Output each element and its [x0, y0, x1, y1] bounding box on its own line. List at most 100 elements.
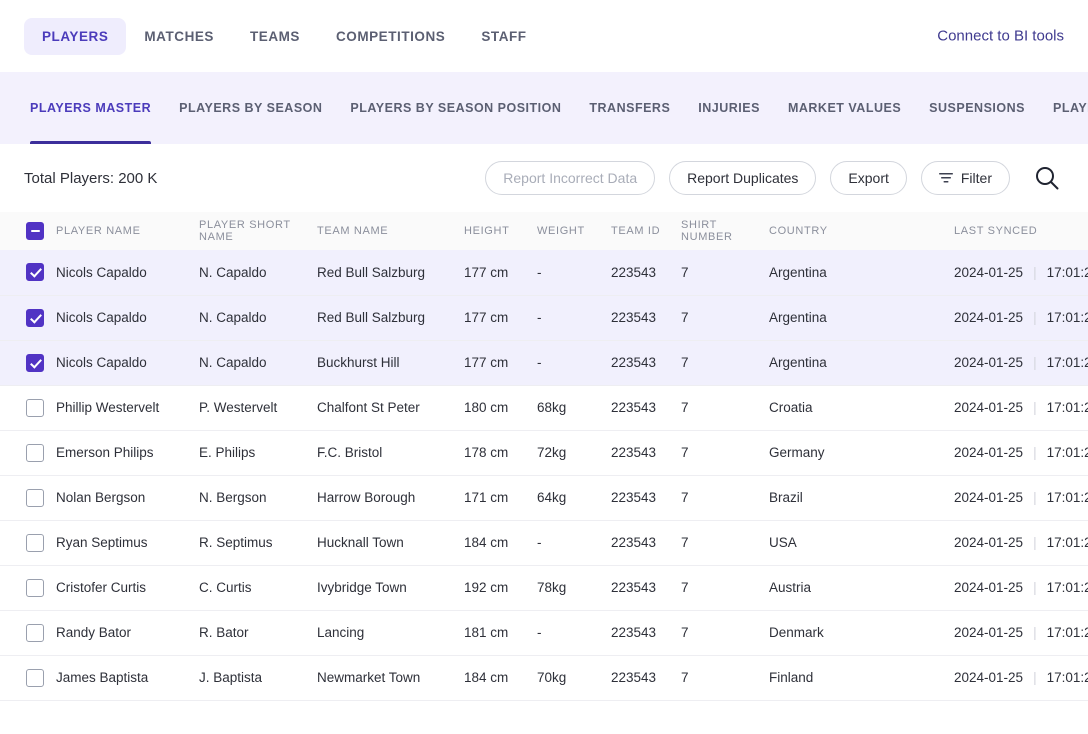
last-synced-time: 17:01:25 [1046, 580, 1088, 595]
cell-weight: 64kg [537, 490, 567, 505]
cell-shirt-number: 7 [681, 445, 689, 460]
table-row[interactable]: Nicols Capaldo N. Capaldo Red Bull Salzbur… [0, 250, 1088, 295]
cell-player-name: Emerson Philips [56, 445, 154, 460]
column-header-shirt-number[interactable]: SHIRT NUMBER [681, 212, 769, 250]
row-checkbox[interactable] [26, 488, 44, 507]
column-header-height[interactable]: HEIGHT [464, 212, 537, 250]
cell-shirt-number: 7 [681, 535, 689, 550]
cell-player-short-name: N. Capaldo [199, 310, 267, 325]
search-icon[interactable] [1030, 161, 1064, 195]
cell-team-name: Hucknall Town [317, 535, 404, 550]
cell-player-name: Nicols Capaldo [56, 355, 147, 370]
table-row[interactable]: Cristofer Curtis C. Curtis Ivybridge Town 1… [0, 565, 1088, 610]
sub-nav-item-transfers[interactable]: TRANSFERS [575, 72, 684, 144]
top-nav-item-players[interactable]: PLAYERS [24, 17, 127, 55]
cell-height: 192 cm [464, 580, 509, 595]
column-header-last-synced[interactable]: LAST SYNCED [954, 212, 1088, 250]
last-synced-separator: | [1033, 264, 1037, 280]
sub-nav-items: PLAYERS MASTER PLAYERS BY SEASON PLAYERS B… [16, 72, 1088, 144]
cell-team-id: 223543 [611, 264, 657, 280]
export-button[interactable]: Export [830, 161, 907, 195]
last-synced-separator: | [1033, 625, 1037, 640]
sub-nav-item-player-careers[interactable]: PLAYER CAREERS [1039, 72, 1088, 144]
last-synced-time: 17:01:25 [1046, 400, 1088, 415]
cell-country: Argentina [769, 310, 827, 325]
last-synced-time: 17:01:25 [1046, 355, 1088, 370]
cell-player-short-name: N. Capaldo [199, 355, 267, 370]
cell-country: Brazil [769, 490, 803, 505]
cell-player-short-name: N. Bergson [199, 490, 267, 505]
cell-team-name: F.C. Bristol [317, 445, 383, 460]
row-checkbox[interactable] [26, 533, 44, 552]
row-checkbox[interactable] [26, 578, 44, 597]
last-synced-date: 2024-01-25 [954, 625, 1024, 640]
last-synced-date: 2024-01-25 [954, 355, 1024, 370]
cell-last-synced: 2024-01-25 | 17:01:25 [954, 520, 1088, 565]
table-toolbar: Total Players: 200 K Report Incorrect Da… [0, 144, 1088, 212]
table-row[interactable]: Ryan Septimus R. Septimus Hucknall Town 184… [0, 520, 1088, 565]
report-incorrect-data-button[interactable]: Report Incorrect Data [485, 161, 656, 195]
column-header-team-name[interactable]: TEAM NAME [317, 212, 464, 250]
cell-weight: - [537, 310, 542, 325]
report-duplicates-button[interactable]: Report Duplicates [669, 161, 817, 195]
last-synced-date: 2024-01-25 [954, 535, 1024, 550]
cell-last-synced: 2024-01-25 | 17:01:25 [954, 610, 1088, 655]
row-select-cell [0, 250, 56, 295]
cell-player-name: Phillip Westervelt [56, 400, 160, 415]
row-checkbox[interactable] [26, 443, 44, 462]
row-checkbox[interactable] [26, 668, 44, 687]
cell-player-short-name: R. Bator [199, 625, 249, 640]
filter-button[interactable]: Filter [920, 161, 1010, 195]
sub-nav-item-players-master[interactable]: PLAYERS MASTER [16, 72, 165, 144]
sub-nav-item-players-by-season-position[interactable]: PLAYERS BY SEASON POSITION [336, 72, 575, 144]
cell-last-synced: 2024-01-25 | 17:01:25 [954, 385, 1088, 430]
row-select-cell [0, 655, 56, 700]
table-row[interactable]: Phillip Westervelt P. Westervelt Chalfont … [0, 385, 1088, 430]
column-header-weight[interactable]: WEIGHT [537, 212, 611, 250]
top-nav-item-teams[interactable]: TEAMS [232, 18, 318, 55]
column-header-country[interactable]: COUNTRY [769, 212, 954, 250]
cell-shirt-number: 7 [681, 310, 689, 325]
cell-player-short-name: E. Philips [199, 445, 256, 460]
row-checkbox[interactable] [26, 263, 44, 282]
cell-weight: - [537, 264, 542, 280]
connect-to-bi-tools-link[interactable]: Connect to BI tools [937, 28, 1064, 45]
top-nav-item-staff[interactable]: STAFF [463, 18, 544, 55]
table-row[interactable]: Randy Bator R. Bator Lancing 181 cm - 223543 7… [0, 610, 1088, 655]
sub-nav-item-players-by-season[interactable]: PLAYERS BY SEASON [165, 72, 336, 144]
sub-nav-item-injuries[interactable]: INJURIES [684, 72, 774, 144]
column-header-player-short-name[interactable]: PLAYER SHORT NAME [199, 212, 317, 250]
cell-shirt-number: 7 [681, 264, 689, 280]
select-all-checkbox[interactable] [26, 222, 44, 240]
table-row[interactable]: Nicols Capaldo N. Capaldo Buckhurst Hill 17… [0, 340, 1088, 385]
last-synced-date: 2024-01-25 [954, 445, 1024, 460]
players-table: PLAYER NAME PLAYER SHORT NAME TEAM NAME … [0, 212, 1088, 701]
cell-country: Germany [769, 445, 825, 460]
cell-player-short-name: J. Baptista [199, 670, 263, 685]
sub-nav-item-market-values[interactable]: MARKET VALUES [774, 72, 915, 144]
table-row[interactable]: Nicols Capaldo N. Capaldo Red Bull Salzbur… [0, 295, 1088, 340]
sub-nav-item-suspensions[interactable]: SUSPENSIONS [915, 72, 1039, 144]
cell-team-name: Lancing [317, 625, 365, 640]
column-header-player-name[interactable]: PLAYER NAME [56, 212, 199, 250]
cell-last-synced: 2024-01-25 | 17:01:25 [954, 655, 1088, 700]
row-checkbox[interactable] [26, 353, 44, 372]
last-synced-date: 2024-01-25 [954, 670, 1024, 685]
table-row[interactable]: James Baptista J. Baptista Newmarket Town 1… [0, 655, 1088, 700]
cell-team-name: Ivybridge Town [317, 580, 407, 595]
table-row[interactable]: Emerson Philips E. Philips F.C. Bristol 178… [0, 430, 1088, 475]
row-checkbox[interactable] [26, 623, 44, 642]
column-header-team-id[interactable]: TEAM ID [611, 212, 681, 250]
cell-country: Denmark [769, 625, 824, 640]
top-nav-item-competitions[interactable]: COMPETITIONS [318, 18, 463, 55]
last-synced-separator: | [1033, 400, 1037, 415]
cell-player-name: Ryan Septimus [56, 535, 148, 550]
row-checkbox[interactable] [26, 398, 44, 417]
cell-player-short-name: P. Westervelt [199, 400, 278, 415]
toolbar-actions: Report Incorrect Data Report Duplicates … [485, 161, 1064, 195]
last-synced-separator: | [1033, 490, 1037, 505]
cell-last-synced: 2024-01-25 | 17:01:25 [954, 295, 1088, 340]
table-row[interactable]: Nolan Bergson N. Bergson Harrow Borough 171… [0, 475, 1088, 520]
top-nav-item-matches[interactable]: MATCHES [126, 18, 232, 55]
row-checkbox[interactable] [26, 308, 44, 327]
